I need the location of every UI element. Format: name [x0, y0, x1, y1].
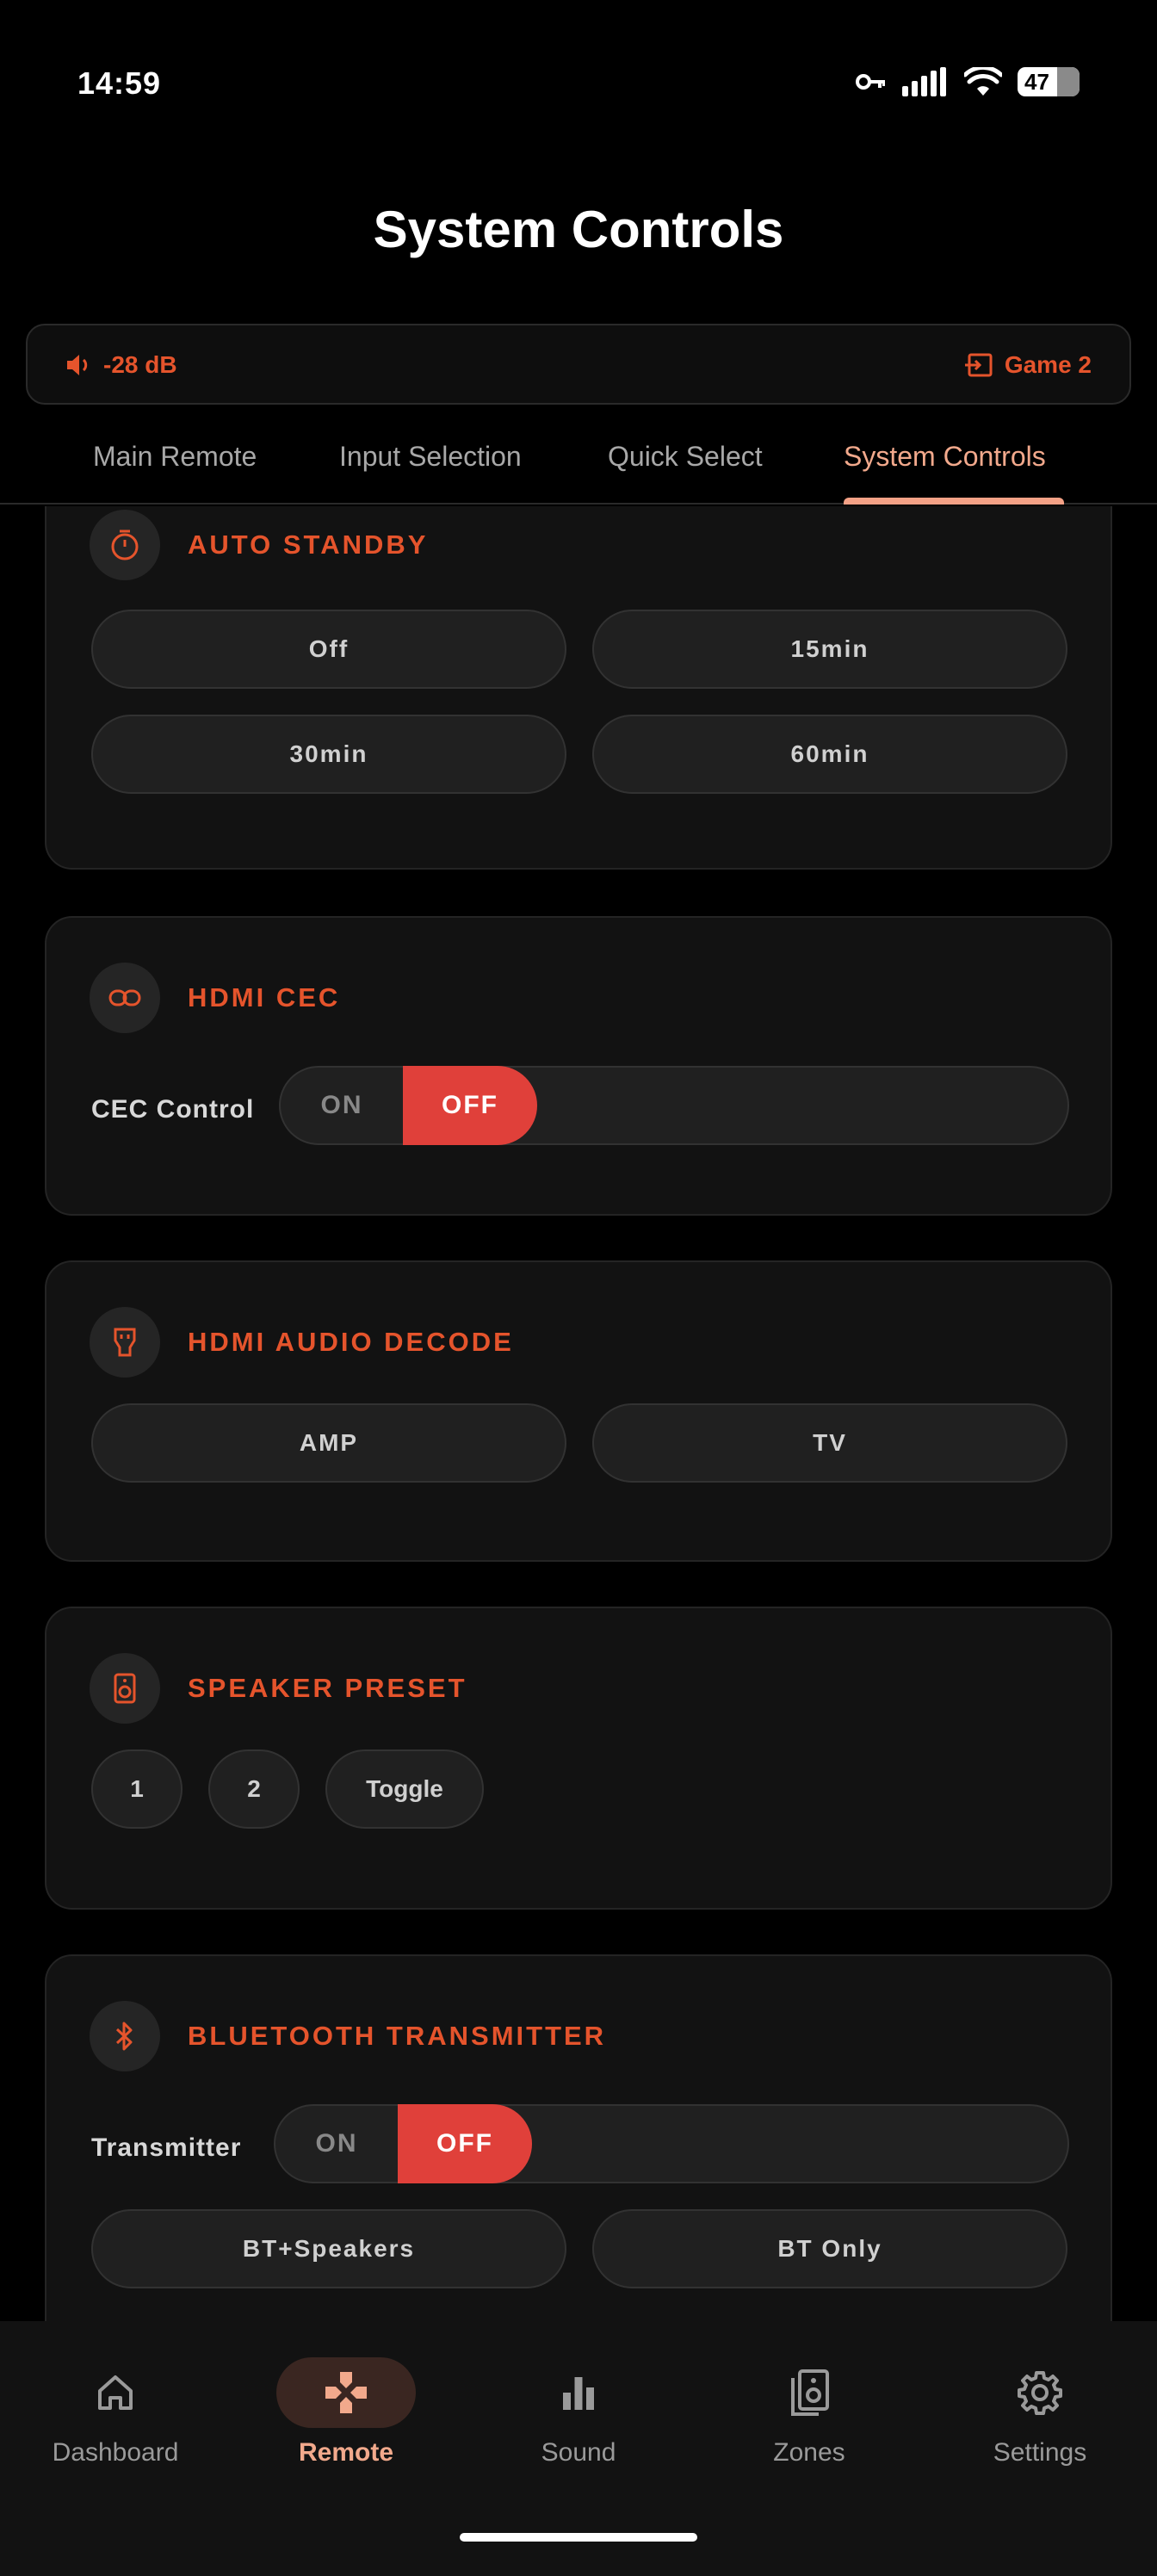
home-icon: [46, 2357, 185, 2428]
hdmi-audio-decode-card: HDMI AUDIO DECODE AMP TV: [45, 1260, 1112, 1562]
nav-zones-label: Zones: [773, 2438, 845, 2467]
speaker-icon: [90, 1653, 160, 1724]
battery-icon: 47: [1018, 67, 1080, 96]
hdmi-audio-decode-header: HDMI AUDIO DECODE: [90, 1307, 514, 1378]
speaker-preset-title: SPEAKER PRESET: [188, 1673, 467, 1703]
tab-quick-select[interactable]: Quick Select: [608, 441, 763, 473]
bluetooth-transmitter-header: BLUETOOTH TRANSMITTER: [90, 2001, 606, 2071]
active-tab-indicator: [844, 498, 1064, 505]
volume-value: -28 dB: [103, 351, 177, 378]
decode-amp-button[interactable]: AMP: [91, 1403, 566, 1483]
speaker-preset-card: SPEAKER PRESET 1 2 Toggle: [45, 1607, 1112, 1910]
input-indicator: Game 2: [964, 351, 1092, 379]
tab-bar: Main Remote Input Selection Quick Select…: [0, 430, 1157, 505]
cec-control-toggle[interactable]: ON OFF: [279, 1066, 1069, 1145]
nav-remote-label: Remote: [298, 2438, 394, 2467]
hdmi-cec-title: HDMI CEC: [188, 982, 341, 1012]
preset-1-button[interactable]: 1: [91, 1749, 183, 1829]
cec-on-option[interactable]: ON: [281, 1068, 403, 1143]
transmitter-label: Transmitter: [91, 2133, 242, 2162]
speakers-icon: [739, 2357, 879, 2428]
nav-zones[interactable]: Zones: [723, 2357, 895, 2468]
wifi-icon: [964, 67, 1002, 96]
auto-standby-header: AUTO STANDBY: [90, 510, 428, 580]
bluetooth-transmitter-card: BLUETOOTH TRANSMITTER Transmitter ON OFF…: [45, 1954, 1112, 2321]
bt-only-button[interactable]: BT Only: [592, 2209, 1067, 2288]
hdmi-plug-icon: [90, 1307, 160, 1378]
auto-standby-card: AUTO STANDBY Off 15min 30min 60min: [45, 506, 1112, 870]
vpn-key-icon: [856, 74, 885, 90]
bottom-navigation: Dashboard Remote Sound Zones Settings: [0, 2321, 1157, 2576]
page-title: System Controls: [373, 201, 784, 258]
nav-settings-label: Settings: [993, 2438, 1087, 2467]
nav-dashboard[interactable]: Dashboard: [29, 2357, 201, 2468]
timer-icon: [90, 510, 160, 580]
speaker-preset-header: SPEAKER PRESET: [90, 1653, 467, 1724]
nav-remote[interactable]: Remote: [260, 2357, 432, 2468]
link-icon: [90, 963, 160, 1033]
status-bar: 14:59 47: [0, 0, 1157, 172]
nav-sound-label: Sound: [541, 2438, 616, 2467]
transmitter-off-option[interactable]: OFF: [398, 2104, 532, 2183]
system-controls-list[interactable]: AUTO STANDBY Off 15min 30min 60min HDMI …: [0, 506, 1157, 2321]
gear-icon: [970, 2357, 1110, 2428]
input-value: Game 2: [1004, 351, 1092, 378]
standby-15min-button[interactable]: 15min: [592, 610, 1067, 689]
signal-icon: [902, 67, 946, 96]
status-time: 14:59: [77, 65, 162, 101]
nav-settings[interactable]: Settings: [954, 2357, 1126, 2468]
decode-tv-button[interactable]: TV: [592, 1403, 1067, 1483]
bluetooth-icon: [90, 2001, 160, 2071]
status-icons: 47: [856, 67, 1080, 96]
hdmi-cec-header: HDMI CEC: [90, 963, 340, 1033]
standby-off-button[interactable]: Off: [91, 610, 566, 689]
battery-level: 47: [1024, 68, 1049, 95]
transmitter-toggle[interactable]: ON OFF: [274, 2104, 1069, 2183]
preset-2-button[interactable]: 2: [208, 1749, 300, 1829]
gamepad-icon: [276, 2357, 416, 2428]
cec-off-option[interactable]: OFF: [403, 1066, 537, 1145]
hdmi-audio-decode-title: HDMI AUDIO DECODE: [188, 1327, 514, 1357]
tab-main-remote[interactable]: Main Remote: [93, 441, 257, 473]
standby-30min-button[interactable]: 30min: [91, 715, 566, 794]
volume-indicator: -28 dB: [65, 351, 177, 379]
standby-60min-button[interactable]: 60min: [592, 715, 1067, 794]
speaker-volume-icon: [67, 355, 88, 375]
nav-dashboard-label: Dashboard: [52, 2438, 179, 2467]
bar-chart-icon: [509, 2357, 648, 2428]
transmitter-on-option[interactable]: ON: [275, 2106, 398, 2182]
cec-control-label: CEC Control: [91, 1095, 255, 1124]
home-indicator[interactable]: [460, 2533, 697, 2542]
tab-system-controls[interactable]: System Controls: [844, 441, 1046, 473]
tab-input-selection[interactable]: Input Selection: [339, 441, 522, 473]
auto-standby-title: AUTO STANDBY: [188, 529, 429, 560]
nav-sound[interactable]: Sound: [492, 2357, 665, 2468]
bluetooth-transmitter-title: BLUETOOTH TRANSMITTER: [188, 2021, 607, 2051]
status-strip: -28 dB Game 2: [26, 324, 1131, 405]
bt-speakers-button[interactable]: BT+Speakers: [91, 2209, 566, 2288]
input-source-icon: [964, 353, 993, 377]
hdmi-cec-card: HDMI CEC CEC Control ON OFF: [45, 916, 1112, 1216]
preset-toggle-button[interactable]: Toggle: [325, 1749, 484, 1829]
